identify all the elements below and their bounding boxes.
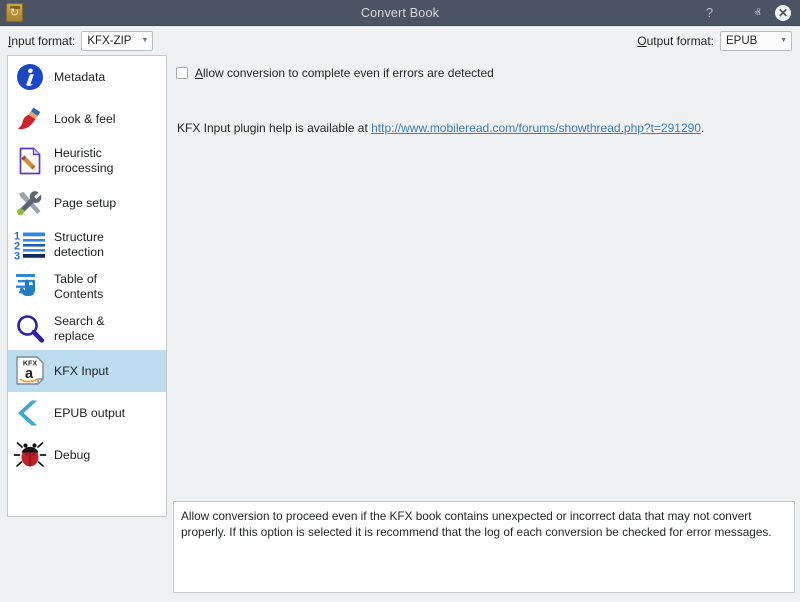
metadata-info-icon	[13, 60, 47, 94]
kfx-input-settings-pane: Allow conversion to complete even if err…	[173, 55, 795, 501]
output-format-value: EPUB	[726, 35, 770, 47]
sidebar-item-heuristic-processing[interactable]: Heuristic processing	[8, 140, 166, 182]
left-chevron-icon	[13, 396, 47, 430]
kfx-document-icon: KFXa	[13, 354, 47, 388]
sidebar-item-look-feel[interactable]: Look & feel	[8, 98, 166, 140]
svg-text:3: 3	[14, 251, 20, 263]
input-format-label: Input format:	[8, 34, 75, 48]
output-format-select[interactable]: EPUB ▼	[720, 31, 792, 51]
allow-errors-label[interactable]: Allow conversion to complete even if err…	[195, 66, 494, 80]
sidebar-item-label: EPUB output	[54, 406, 125, 421]
output-format-label: Output format:	[637, 34, 714, 48]
minimize-icon[interactable]: ⱟ	[727, 6, 740, 19]
sidebar-item-structure-detection[interactable]: 123Structure detection	[8, 224, 166, 266]
magnifier-icon	[13, 312, 47, 346]
plugin-help-suffix: .	[701, 121, 704, 135]
sidebar-item-label: Look & feel	[54, 112, 116, 127]
sidebar-item-label: Debug	[54, 448, 90, 463]
chevron-down-icon: ▼	[780, 37, 787, 44]
output-format-group: Output format: EPUB ▼	[637, 31, 792, 51]
calibre-book-icon	[6, 3, 23, 22]
sidebar-item-search-replace[interactable]: Search & replace	[8, 308, 166, 350]
plugin-help-line: KFX Input plugin help is available at ht…	[173, 80, 795, 135]
option-description-box: Allow conversion to proceed even if the …	[173, 501, 795, 593]
close-icon[interactable]: ✕	[775, 5, 791, 21]
sidebar-item-label: Page setup	[54, 196, 116, 211]
plugin-help-prefix: KFX Input plugin help is available at	[177, 121, 371, 135]
format-bar: Input format: KFX-ZIP ▼ Output format: E…	[0, 26, 800, 55]
sidebar-item-metadata[interactable]: Metadata	[8, 56, 166, 98]
sidebar-item-epub-output[interactable]: EPUB output	[8, 392, 166, 434]
allow-errors-checkbox[interactable]	[176, 67, 188, 79]
window-controls: ? ⱟ ⱏ ✕	[703, 5, 800, 21]
sidebar-item-label: Search & replace	[54, 314, 105, 344]
title-bar: Convert Book ? ⱟ ⱏ ✕	[0, 0, 800, 26]
plugin-help-link[interactable]: http://www.mobileread.com/forums/showthr…	[371, 121, 701, 135]
sidebar-item-label: Heuristic processing	[54, 146, 113, 176]
input-format-select[interactable]: KFX-ZIP ▼	[81, 31, 153, 51]
sidebar-item-kfx-input[interactable]: KFXa KFX Input	[8, 350, 166, 392]
sidebar-item-label: Metadata	[54, 70, 105, 85]
sidebar-item-table-of-contents[interactable]: Table of Contents	[8, 266, 166, 308]
numbered-list-icon: 123	[13, 228, 47, 262]
chevron-down-icon: ▼	[141, 37, 148, 44]
wrench-screwdriver-icon	[13, 186, 47, 220]
toc-hand-icon	[13, 270, 47, 304]
settings-sidebar[interactable]: Metadata Look & feel Heuristic processing P…	[7, 55, 167, 517]
ladybug-icon	[13, 438, 47, 472]
dialog-body: Metadata Look & feel Heuristic processing P…	[0, 55, 800, 602]
sidebar-item-label: KFX Input	[54, 364, 109, 379]
document-pencil-icon	[13, 144, 47, 178]
right-panel: Allow conversion to complete even if err…	[167, 55, 795, 602]
maximize-icon[interactable]: ⱏ	[751, 6, 764, 19]
sidebar-item-label: Table of Contents	[54, 272, 103, 302]
paintbrush-icon	[13, 102, 47, 136]
allow-errors-row: Allow conversion to complete even if err…	[173, 55, 795, 80]
sidebar-item-label: Structure detection	[54, 230, 104, 260]
svg-text:a: a	[25, 366, 34, 382]
window-title: Convert Book	[0, 6, 800, 20]
help-icon[interactable]: ?	[703, 6, 716, 19]
input-format-value: KFX-ZIP	[87, 35, 131, 47]
sidebar-item-debug[interactable]: Debug	[8, 434, 166, 476]
sidebar-item-page-setup[interactable]: Page setup	[8, 182, 166, 224]
